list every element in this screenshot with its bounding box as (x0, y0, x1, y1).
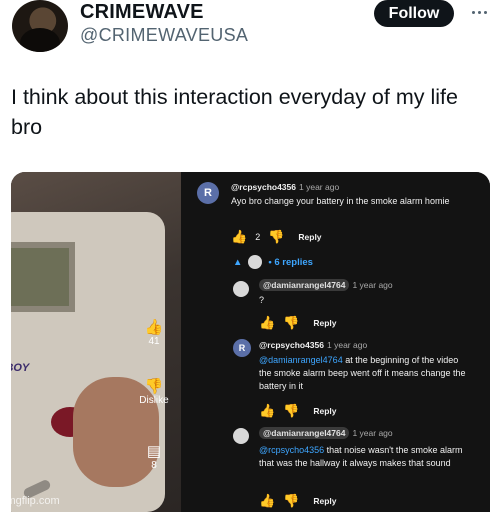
gameboy-logo: E BOY (11, 362, 30, 374)
video-comment-count: 8 (151, 460, 157, 471)
reply-button[interactable]: Reply (298, 232, 321, 242)
reply-button[interactable]: Reply (313, 496, 336, 506)
reply-button[interactable]: Reply (313, 406, 336, 416)
comment-panel: R @rcpsycho4356 1 year ago Ayo bro change… (181, 172, 490, 512)
thumbs-down-icon: 👎 (144, 378, 164, 395)
replies-count: • 6 replies (268, 256, 313, 268)
mention-link[interactable]: @rcpsycho4356 (259, 445, 324, 455)
reply-avatar (248, 255, 263, 269)
comment-avatar[interactable]: R (233, 339, 251, 357)
comment-user[interactable]: @damianrangel4764 1 year ago (259, 279, 393, 291)
imgflip-watermark: imgflip.com (4, 495, 60, 507)
dislike-icon[interactable]: 👎 (283, 404, 299, 417)
tweet-media-image[interactable]: E BOY 👍 41 👎 Dislike ▤ 8 R @rcpsycho4356… (11, 172, 490, 512)
reply-avatar[interactable] (233, 281, 249, 297)
video-dislike[interactable]: 👎 Dislike (139, 377, 169, 406)
comment-text: @damianrangel4764 at the beginning of th… (259, 355, 466, 391)
like-icon[interactable]: 👍 (259, 316, 275, 329)
comment-actions: 👍 👎 Reply (259, 494, 337, 507)
comment-user[interactable]: @rcpsycho4356 1 year ago (259, 340, 367, 350)
video-frame: E BOY 👍 41 👎 Dislike ▤ 8 (11, 172, 181, 512)
thumbs-up-icon: 👍 (144, 319, 164, 336)
like-icon[interactable]: 👍 (259, 494, 275, 507)
like-icon[interactable]: 👍 (259, 404, 275, 417)
follow-button[interactable]: Follow (374, 0, 454, 27)
more-options-icon[interactable] (466, 2, 492, 22)
comment-user[interactable]: @rcpsycho4356 1 year ago (231, 182, 339, 192)
profile-avatar[interactable] (12, 0, 68, 52)
dislike-icon[interactable]: 👎 (283, 316, 299, 329)
video-dislike-label: Dislike (139, 395, 169, 406)
reply-button[interactable]: Reply (313, 318, 336, 328)
video-like[interactable]: 👍 41 (139, 318, 169, 347)
comment-text: @rcpsycho4356 that noise wasn't the smok… (259, 445, 463, 468)
video-like-count: 41 (148, 336, 160, 347)
gameboy-screen (11, 242, 75, 312)
like-count: 2 (255, 231, 261, 242)
video-comments[interactable]: ▤ 8 (139, 442, 169, 471)
comment-actions: 👍 👎 Reply (259, 316, 337, 329)
chevron-up-icon: ▲ (233, 256, 243, 268)
user-handle[interactable]: @CRIMEWAVEUSA (80, 25, 248, 46)
comment-user[interactable]: @damianrangel4764 1 year ago (259, 427, 393, 439)
tweet-text: I think about this interaction everyday … (11, 85, 458, 139)
comment-text: Ayo bro change your battery in the smoke… (231, 196, 450, 206)
display-name[interactable]: CRIMEWAVE (80, 1, 204, 24)
reply-avatar[interactable] (233, 428, 249, 444)
comment-avatar[interactable]: R (197, 182, 219, 204)
comment-actions: 👍 👎 Reply (259, 404, 337, 417)
comment-actions: 👍 2 👎 Reply (231, 230, 322, 243)
replies-toggle[interactable]: ▲ • 6 replies (233, 255, 313, 269)
comment-icon: ▤ (146, 443, 162, 460)
mention-link[interactable]: @damianrangel4764 (259, 355, 343, 365)
dislike-icon[interactable]: 👎 (268, 230, 284, 243)
dislike-icon[interactable]: 👎 (283, 494, 299, 507)
like-icon[interactable]: 👍 (231, 230, 247, 243)
comment-text: ? (259, 295, 265, 305)
